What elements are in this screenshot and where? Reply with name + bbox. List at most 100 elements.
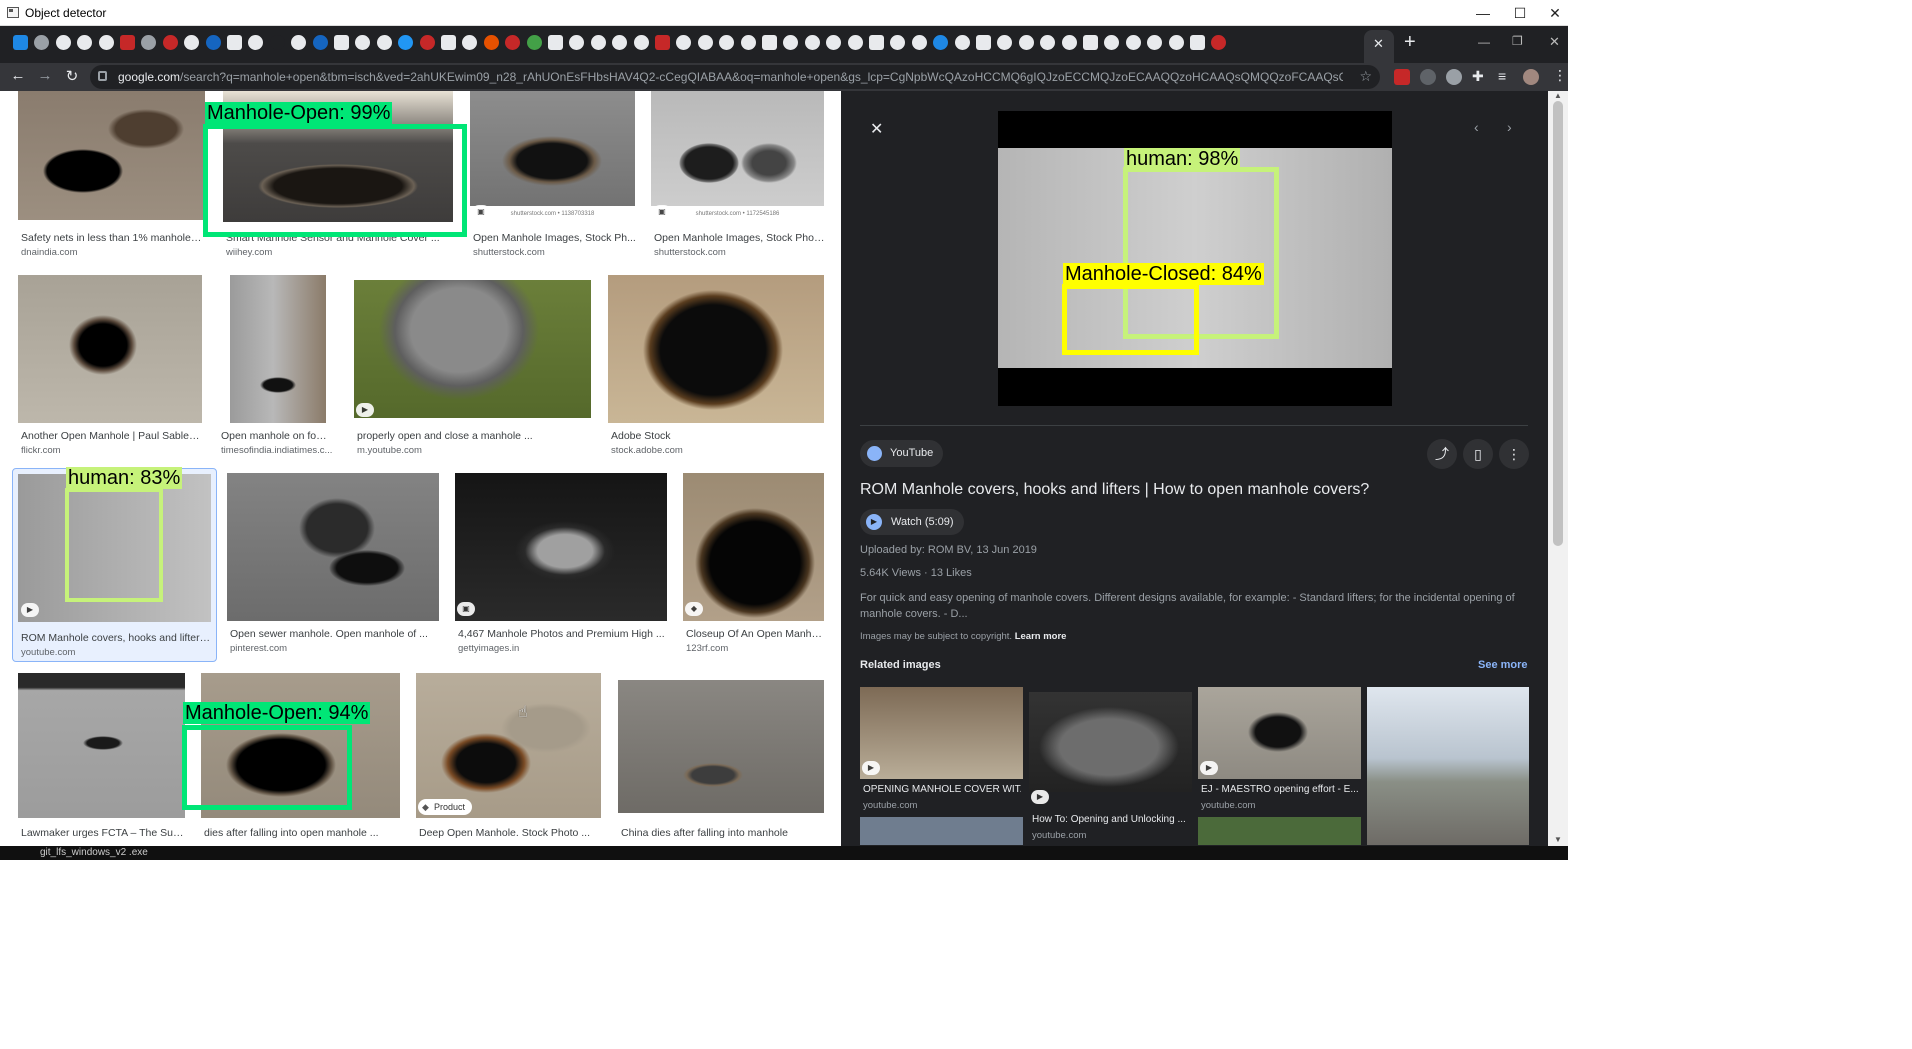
pinned-tab-favicon-icon[interactable] [847, 35, 863, 50]
result-source[interactable]: stock.adobe.com [611, 445, 683, 456]
result-tile[interactable]: Lawmaker urges FCTA – The Sun ... [18, 673, 186, 846]
extensions-puzzle-icon[interactable]: ✚ [1472, 68, 1484, 85]
pinned-tab-favicon-icon[interactable] [376, 35, 392, 50]
pinned-tab-favicon-icon[interactable] [98, 35, 114, 50]
pinned-tab-favicon-icon[interactable] [120, 35, 135, 50]
result-image[interactable] [230, 275, 326, 423]
pinned-tab-favicon-icon[interactable] [933, 35, 949, 50]
result-caption[interactable]: Open sewer manhole. Open manhole of ... [230, 628, 440, 640]
pinned-tab-favicon-icon[interactable] [976, 35, 991, 50]
learn-more-link[interactable]: Learn more [1015, 631, 1067, 642]
active-tab[interactable]: ✕ [1364, 30, 1394, 63]
result-tile[interactable]: ▶ properly open and close a manhole ... … [354, 275, 591, 460]
result-source[interactable]: pinterest.com [230, 643, 287, 654]
result-image[interactable] [354, 280, 591, 418]
result-caption[interactable]: Safety nets in less than 1% manholes i..… [21, 232, 205, 244]
pinned-tab-favicon-icon[interactable] [697, 35, 713, 50]
back-icon[interactable]: ← [8, 67, 28, 84]
pinned-tab-favicon-icon[interactable] [911, 35, 927, 50]
result-image[interactable] [227, 473, 439, 621]
related-caption[interactable]: OPENING MANHOLE COVER WIT... [863, 784, 1021, 795]
related-thumb[interactable] [1367, 687, 1529, 845]
pinned-tab-favicon-icon[interactable] [248, 35, 264, 50]
result-caption[interactable]: Deep Open Manhole. Stock Photo ... [419, 827, 602, 839]
menu-kebab-icon[interactable]: ⋮ [1553, 67, 1567, 84]
forward-icon[interactable]: → [35, 67, 55, 84]
result-tile[interactable]: Safety nets in less than 1% manholes i..… [18, 91, 205, 261]
related-thumb[interactable] [1198, 817, 1361, 845]
pinned-tab-favicon-icon[interactable] [291, 35, 307, 50]
pinned-tab-favicon-icon[interactable] [269, 35, 285, 50]
bookmark-star-icon[interactable]: ☆ [1359, 68, 1372, 85]
pinned-tab-favicon-icon[interactable] [419, 35, 435, 50]
result-source[interactable]: wiihey.com [226, 247, 272, 258]
related-thumb[interactable] [860, 687, 1023, 779]
result-source[interactable]: flickr.com [21, 445, 61, 456]
tab-close-icon[interactable]: ✕ [1373, 36, 1384, 52]
related-image[interactable]: ▶ OPENING MANHOLE COVER WIT... youtube.c… [860, 687, 1023, 846]
pinned-tab-favicon-icon[interactable] [612, 35, 628, 50]
pinned-tab-favicon-icon[interactable] [334, 35, 349, 50]
tab-strip-close-icon[interactable]: ✕ [1549, 34, 1560, 50]
next-image-icon[interactable]: › [1507, 119, 1512, 135]
pinned-tab-favicon-icon[interactable] [312, 35, 328, 50]
related-source[interactable]: youtube.com [863, 800, 917, 811]
pinned-tab-favicon-icon[interactable] [55, 35, 71, 50]
related-thumb[interactable] [860, 817, 1023, 845]
result-image[interactable] [608, 275, 824, 423]
pinned-tab-favicon-icon[interactable] [954, 35, 970, 50]
pinned-tab-favicon-icon[interactable] [398, 35, 414, 50]
pinned-tab-favicon-icon[interactable] [1168, 35, 1184, 50]
pinned-tab-favicon-icon[interactable] [1018, 35, 1034, 50]
result-tile[interactable]: shutterstock.com • 1172545186 ▣ Open Man… [651, 91, 825, 261]
pinned-tab-favicon-icon[interactable] [483, 35, 499, 50]
pinned-tab-favicon-icon[interactable] [34, 35, 50, 50]
tab-strip-restore-icon[interactable]: ❐ [1512, 34, 1523, 48]
result-tile[interactable]: Open manhole on foot... timesofindia.ind… [218, 275, 332, 460]
pinned-tab-favicon-icon[interactable] [227, 35, 242, 50]
pinned-tab-favicon-icon[interactable] [869, 35, 884, 50]
result-tile[interactable]: Open sewer manhole. Open manhole of ... … [227, 473, 439, 658]
result-caption[interactable]: Closeup Of An Open Manhol... [686, 628, 825, 640]
preview-title[interactable]: ROM Manhole covers, hooks and lifters | … [860, 481, 1369, 499]
pinned-tab-favicon-icon[interactable] [740, 35, 756, 50]
related-image[interactable]: ▶ EJ - MAESTRO opening effort - E... you… [1198, 687, 1361, 846]
pinned-tab-favicon-icon[interactable] [526, 35, 542, 50]
close-preview-icon[interactable]: ✕ [870, 119, 883, 139]
pinned-tab-favicon-icon[interactable] [762, 35, 777, 50]
result-caption[interactable]: Open Manhole Images, Stock Phot... [654, 232, 825, 244]
result-image[interactable] [18, 275, 202, 423]
result-image[interactable] [651, 91, 824, 222]
pinned-tab-favicon-icon[interactable] [13, 35, 28, 50]
result-caption[interactable]: Lawmaker urges FCTA – The Sun ... [21, 827, 186, 839]
tab-strip-minimize-icon[interactable]: — [1478, 35, 1490, 49]
result-source[interactable]: dnaindia.com [21, 247, 78, 258]
pinned-tab-favicon-icon[interactable] [1190, 35, 1205, 50]
pinned-tab-favicon-icon[interactable] [141, 35, 157, 50]
result-source[interactable]: timesofindia.indiatimes.c... [221, 445, 333, 456]
related-thumb[interactable] [1198, 687, 1361, 779]
extension-pocket-icon[interactable] [1394, 69, 1410, 85]
close-window-button[interactable]: ✕ [1540, 3, 1570, 23]
pinned-tab-favicon-icon[interactable] [441, 35, 456, 50]
related-source[interactable]: youtube.com [1032, 830, 1086, 841]
save-button[interactable]: ▯ [1463, 439, 1493, 469]
pinned-tab-favicon-icon[interactable] [1061, 35, 1077, 50]
result-tile[interactable]: ◆ Closeup Of An Open Manhol... 123rf.com [683, 473, 825, 658]
result-image[interactable] [618, 680, 824, 813]
related-thumb[interactable] [1029, 692, 1192, 792]
extension-icon[interactable] [1446, 69, 1462, 85]
avatar[interactable] [1523, 69, 1539, 85]
pinned-tab-favicon-icon[interactable] [569, 35, 585, 50]
source-chip[interactable]: YouTube [860, 440, 944, 467]
result-caption[interactable]: China dies after falling into manhole [621, 827, 825, 839]
pinned-tab-favicon-icon[interactable] [77, 35, 93, 50]
address-bar[interactable]: google.com/search?q=manhole+open&tbm=isc… [90, 65, 1380, 89]
extension-icon[interactable] [1420, 69, 1436, 85]
result-caption[interactable]: Adobe Stock [611, 430, 825, 442]
pinned-tab-favicon-icon[interactable] [162, 35, 178, 50]
scroll-up-icon[interactable]: ▲ [1554, 91, 1562, 100]
result-caption[interactable]: 4,467 Manhole Photos and Premium High ..… [458, 628, 668, 640]
result-image[interactable] [18, 673, 185, 818]
result-tile[interactable]: Product ◆ Deep Open Manhole. Stock Photo… [416, 673, 601, 846]
